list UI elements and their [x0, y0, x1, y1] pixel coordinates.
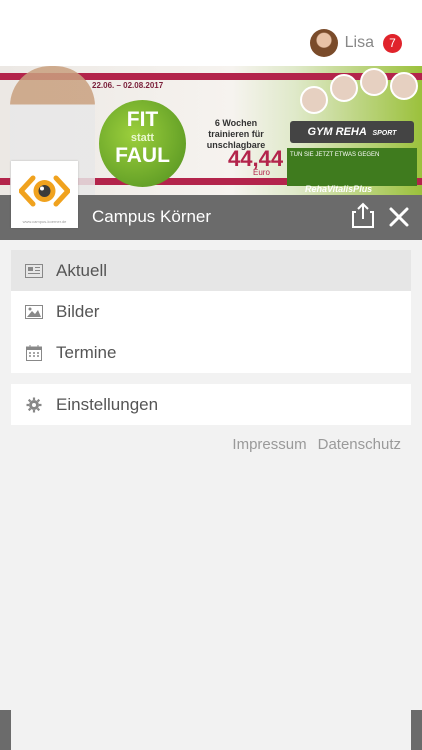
banner-photo — [390, 72, 418, 100]
banner-brand-sub: SPORT — [372, 130, 397, 137]
campus-logo: www.campus-koerner.de — [11, 161, 78, 228]
banner-photo-circles — [300, 68, 420, 118]
newspaper-icon — [25, 262, 43, 280]
banner-footer-brand: RehaVitalisPlus — [305, 184, 373, 194]
banner-fit-line2: statt — [130, 132, 155, 144]
gear-icon — [25, 396, 43, 414]
calendar-icon — [25, 344, 43, 362]
banner-fit-badge: FIT statt FAUL — [99, 100, 186, 187]
share-icon[interactable] — [352, 202, 374, 228]
banner-tagline: TUN SIE JETZT ETWAS GEGEN — [287, 148, 417, 186]
background-strip-left — [0, 710, 11, 750]
banner-fit-line1: FIT — [126, 108, 159, 131]
image-icon — [25, 303, 43, 321]
banner-photo — [360, 68, 388, 96]
notification-badge[interactable]: 7 — [383, 33, 402, 53]
menu-item-aktuell[interactable]: Aktuell — [11, 250, 411, 291]
menu-item-label: Einstellungen — [56, 394, 159, 414]
close-icon[interactable] — [388, 206, 410, 228]
main-menu: Aktuell Bilder Termine — [11, 250, 411, 373]
banner-photo — [300, 86, 328, 114]
datenschutz-link[interactable]: Datenschutz — [318, 436, 401, 453]
banner-photo — [330, 74, 358, 102]
username[interactable]: Lisa — [345, 34, 374, 52]
menu-item-einstellungen[interactable]: Einstellungen — [11, 384, 411, 425]
eye-logo-icon — [19, 175, 70, 207]
footer-links: Impressum Datenschutz — [232, 436, 401, 453]
banner-currency: Euro — [253, 168, 270, 177]
logo-caption: www.campus-koerner.de — [22, 219, 67, 224]
menu-item-label: Aktuell — [56, 260, 108, 280]
top-bar: Lisa 7 — [0, 0, 422, 66]
menu-item-bilder[interactable]: Bilder — [11, 291, 411, 332]
menu-item-label: Bilder — [56, 301, 100, 321]
banner-dates: 22.06. – 02.08.2017 — [92, 81, 164, 90]
banner-brand-name: GYM REHA — [307, 126, 367, 138]
user-profile[interactable]: Lisa 7 — [309, 29, 402, 57]
banner-brand: GYM REHA SPORT — [290, 121, 414, 143]
menu-item-label: Termine — [56, 342, 117, 362]
campus-title: Campus Körner — [92, 207, 212, 226]
settings-menu: Einstellungen — [11, 384, 411, 425]
avatar[interactable] — [309, 29, 338, 57]
impressum-link[interactable]: Impressum — [232, 436, 306, 453]
background-strip-right — [411, 710, 422, 750]
banner-fit-line3: FAUL — [115, 144, 170, 167]
menu-item-termine[interactable]: Termine — [11, 332, 411, 373]
